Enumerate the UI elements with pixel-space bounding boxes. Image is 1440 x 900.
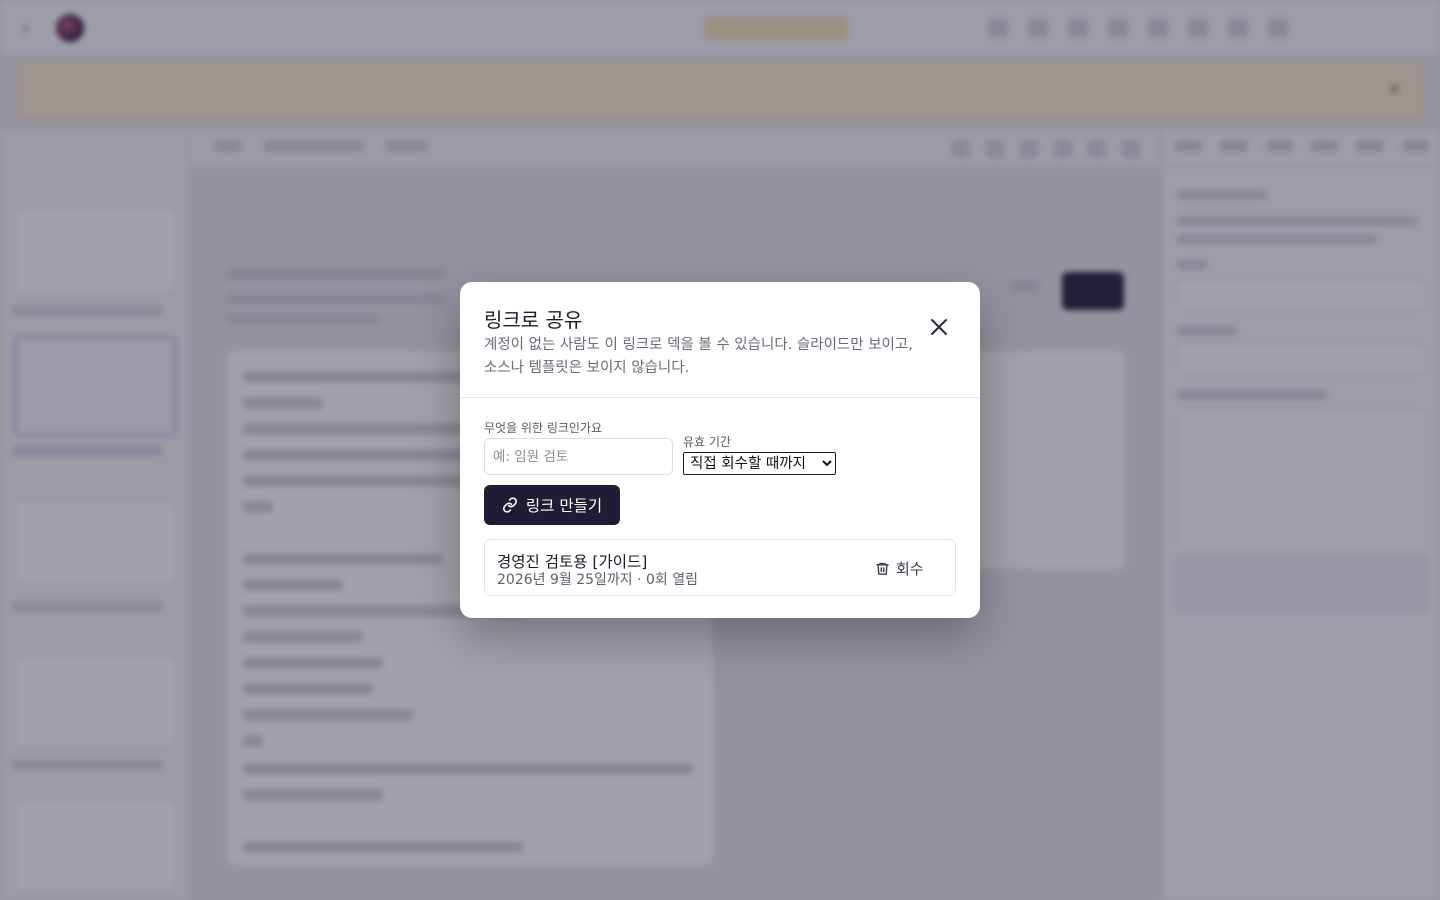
dialog-title: 링크로 공유 bbox=[484, 308, 583, 332]
expiry-select[interactable]: 직접 회수할 때까지 bbox=[683, 452, 836, 475]
expiry-label: 유효 기간 bbox=[683, 435, 731, 449]
dialog-header: 링크로 공유 계정이 없는 사람도 이 링크로 덱을 볼 수 있습니다. 슬라이… bbox=[460, 282, 980, 398]
revoke-link-button[interactable]: 회수 bbox=[875, 554, 924, 582]
create-link-label: 링크 만들기 bbox=[525, 497, 603, 515]
purpose-label: 무엇을 위한 링크인가요 bbox=[484, 421, 603, 435]
revoke-label: 회수 bbox=[896, 559, 924, 578]
close-icon bbox=[931, 319, 947, 335]
link-icon bbox=[502, 497, 517, 513]
shared-link-meta: 2026년 9월 25일까지 · 0회 열림 bbox=[497, 572, 698, 588]
purpose-input[interactable] bbox=[484, 438, 673, 475]
dialog-description: 계정이 없는 사람도 이 링크로 덱을 볼 수 있습니다. 슬라이드만 보이고,… bbox=[484, 337, 913, 376]
trash-icon bbox=[876, 562, 889, 575]
create-link-button[interactable]: 링크 만들기 bbox=[484, 485, 620, 525]
shared-link-item: 경영진 검토용 [가이드] 2026년 9월 25일까지 · 0회 열림 회수 bbox=[484, 539, 956, 596]
close-button[interactable] bbox=[924, 312, 954, 342]
share-link-dialog: 링크로 공유 계정이 없는 사람도 이 링크로 덱을 볼 수 있습니다. 슬라이… bbox=[460, 282, 980, 618]
